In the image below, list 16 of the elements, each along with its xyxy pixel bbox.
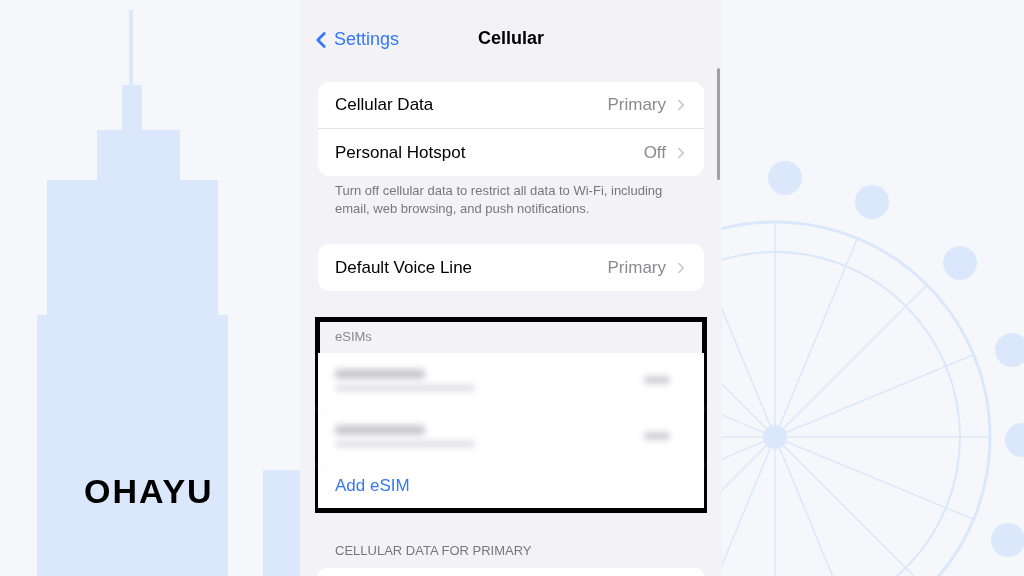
brand-logo: OHAYU (84, 471, 214, 512)
row-label: Personal Hotspot (335, 141, 467, 164)
row-value: Primary (607, 94, 666, 117)
settings-row[interactable]: Personal Hotspot Off (318, 129, 704, 176)
row-label: Cellular Data (335, 94, 435, 117)
row-value: Off (643, 141, 666, 164)
footer-note: Turn off cellular data to restrict all data to Wi-Fi, including email, web browsing, and push notifications. (334, 182, 664, 218)
back-button[interactable]: Settings (308, 26, 400, 53)
screen-title: Cellular (478, 26, 544, 50)
section-header: eSIMs (334, 328, 373, 346)
add-esim-button[interactable]: Add eSIM (318, 464, 704, 508)
section-header: CELLULAR DATA FOR PRIMARY (334, 541, 533, 560)
settings-row[interactable]: Default Voice Line Primary (318, 244, 704, 291)
settings-row[interactable]: Cellular Data Primary (318, 82, 704, 129)
row-label: Default Voice Line (335, 256, 474, 279)
row-value: Primary (607, 256, 666, 279)
